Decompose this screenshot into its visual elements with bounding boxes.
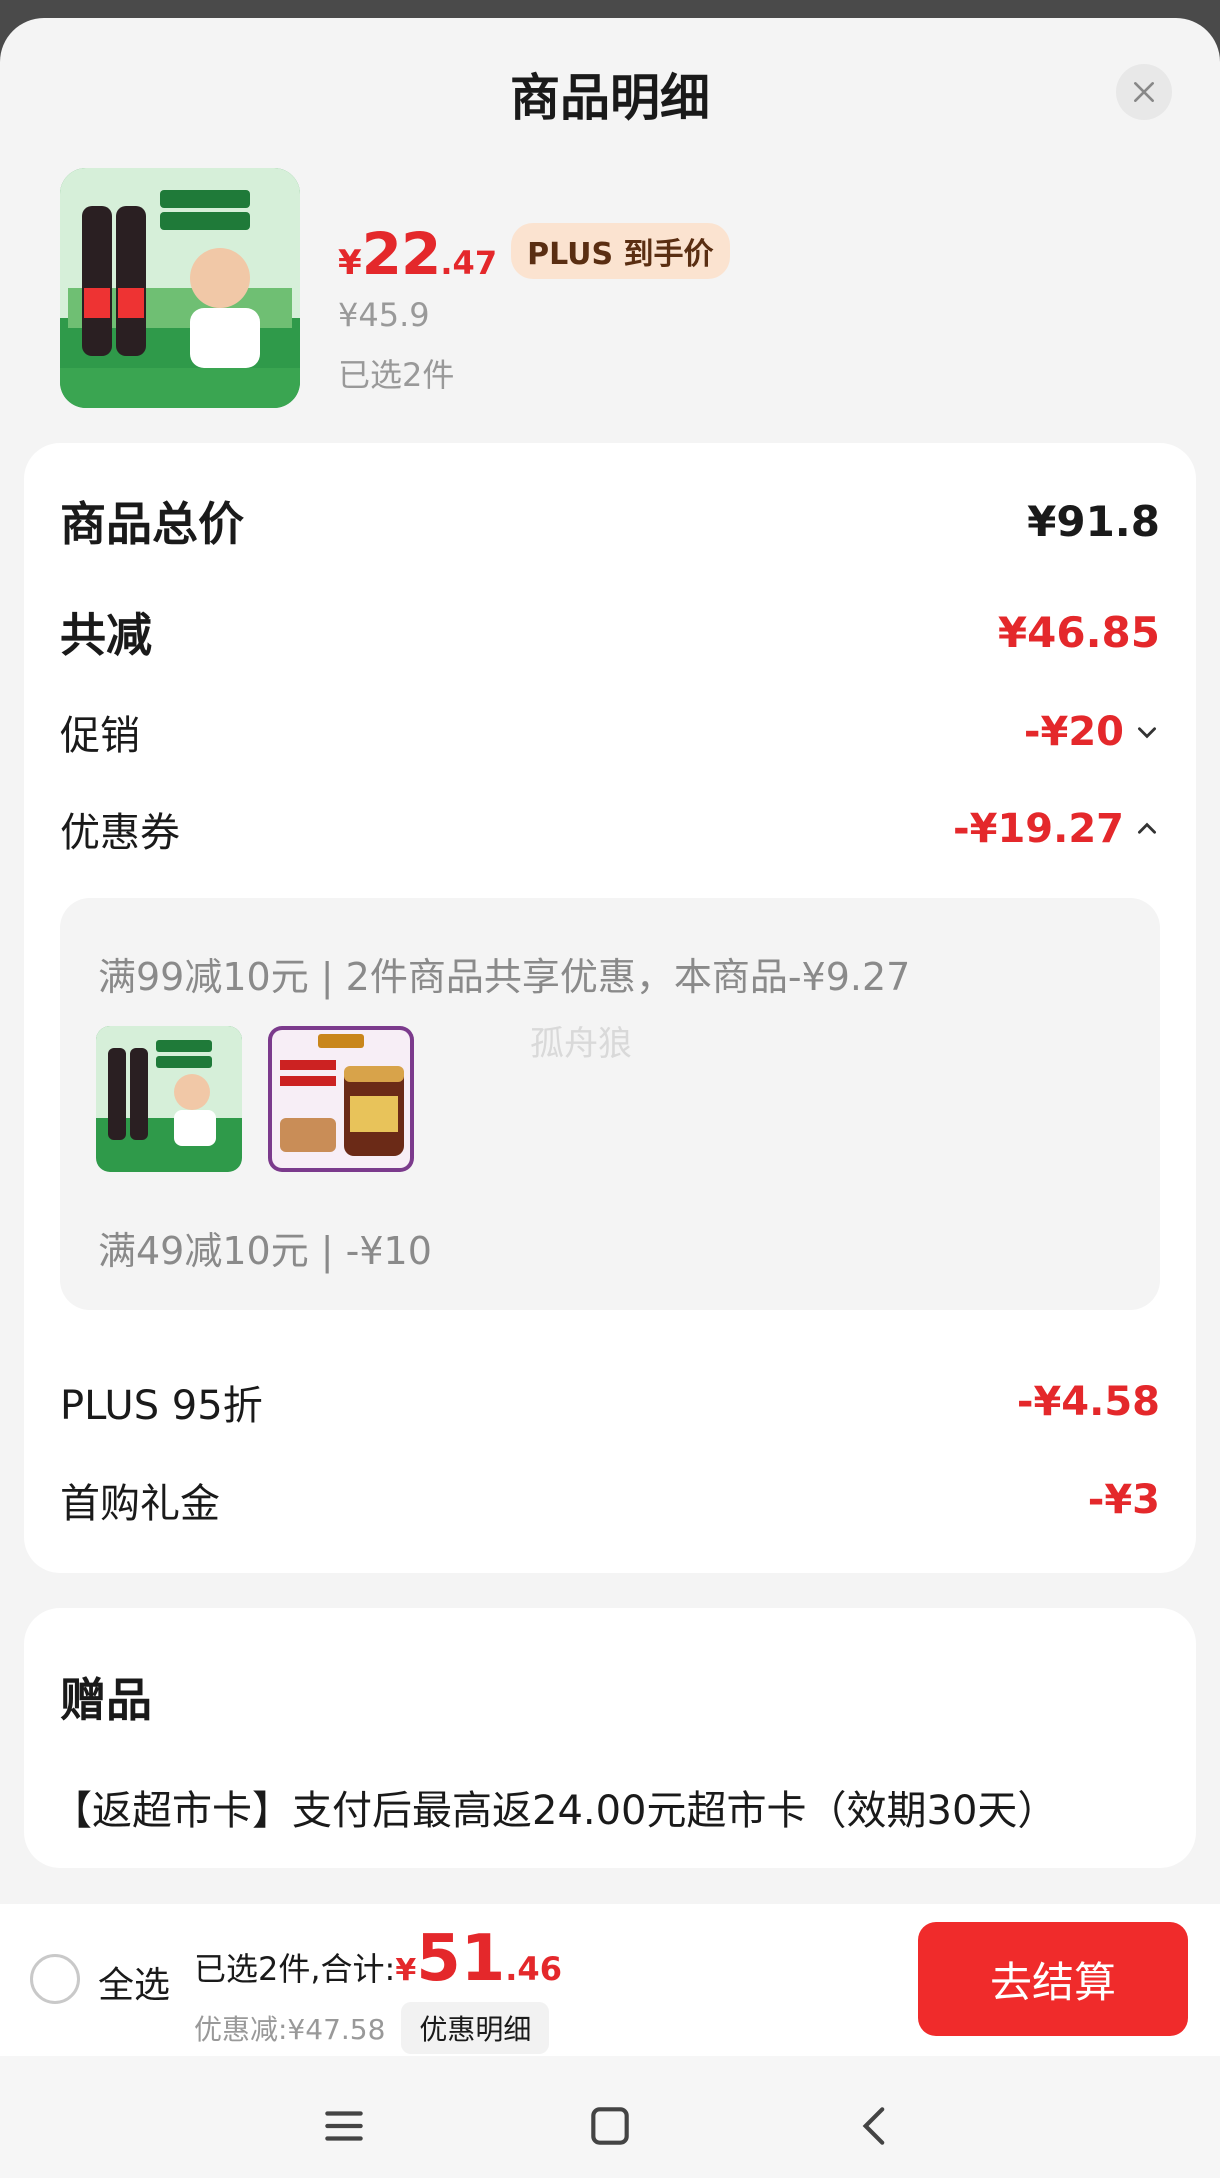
back-icon [862,2107,885,2145]
total-integer: 51 [416,1922,506,1996]
discount-detail-button[interactable]: 优惠明细 [401,2002,550,2054]
price-integer: 22 [361,220,442,288]
original-price: ¥45.9 [338,296,430,334]
watermark: 孤舟狼 [530,1024,632,1064]
coupon-product-thumbs [96,1026,414,1172]
checkout-button[interactable]: 去结算 [918,1922,1188,2036]
chevron-up-icon[interactable] [1134,816,1160,842]
first-buy-label: 首购礼金 [60,1481,220,1527]
selected-count: 已选2件 [338,356,455,394]
coupon-product-image [96,1026,242,1172]
price-symbol: ¥ [338,243,362,283]
summary-prefix: 已选2件,合计: [194,1950,396,1988]
coupon-row[interactable]: 优惠券 -¥19.27 [60,800,1160,858]
price-details-card: 商品总价 ¥91.8 共减 ¥46.85 促销 -¥20 优惠券 -¥19.27 [24,443,1196,1573]
promotion-row[interactable]: 促销 -¥20 [60,703,1160,761]
product-price: ¥ 22 .47 PLUS 到手价 [338,220,730,289]
coupon-line: 满49减10元 | -¥10 [98,1229,432,1273]
order-total: 已选2件,合计: ¥ 51 .46 [194,1922,562,1996]
system-nav-bar [0,2056,1220,2178]
promotion-label: 促销 [60,713,140,759]
menu-icon [325,2111,363,2141]
close-button[interactable] [1116,64,1172,120]
promotion-value: -¥20 [1023,709,1124,755]
coupon-label: 优惠券 [60,810,180,856]
product-image [60,168,300,408]
first-buy-value: -¥3 [1087,1477,1160,1523]
plus-discount-value: -¥4.58 [1016,1379,1160,1425]
home-square-icon [591,2107,629,2145]
back-button[interactable] [846,2096,906,2156]
coupon-product-image [268,1026,414,1172]
gift-title: 赠品 [60,1673,152,1727]
chevron-down-icon[interactable] [1134,719,1160,745]
home-button[interactable] [580,2096,640,2156]
discount-line: 优惠减:¥47.58 优惠明细 [194,2002,550,2054]
select-all-radio[interactable] [30,1954,80,2004]
close-icon [1134,82,1154,102]
total-price-value: ¥91.8 [1027,496,1160,546]
plus-price-badge: PLUS 到手价 [511,223,730,279]
sheet-title: 商品明细 [510,69,710,127]
product-summary: ¥ 22 .47 PLUS 到手价 ¥45.9 已选2件 [60,168,1160,408]
coupon-detail-box: 满99减10元 | 2件商品共享优惠，本商品-¥9.27 孤舟狼 满49减10元… [60,898,1160,1310]
total-price-row: 商品总价 ¥91.8 [60,488,1160,554]
gift-text: 【返超市卡】支付后最高返24.00元超市卡（效期30天） [52,1788,1058,1834]
reduced-value: ¥46.85 [997,607,1160,657]
checkout-bar: 全选 已选2件,合计: ¥ 51 .46 优惠减:¥47.58 优惠明细 去结算 [0,1904,1220,2056]
menu-button[interactable] [314,2096,374,2156]
gift-card: 赠品 【返超市卡】支付后最高返24.00元超市卡（效期30天） [24,1608,1196,1868]
total-decimal: .46 [505,1950,562,1988]
price-decimal: .47 [440,244,498,282]
plus-discount-label: PLUS 95折 [60,1383,263,1429]
select-all-label[interactable]: 全选 [98,1956,170,2008]
first-buy-row: 首购礼金 -¥3 [60,1471,1160,1529]
reduced-label: 共减 [60,608,152,662]
coupon-line: 满99减10元 | 2件商品共享优惠，本商品-¥9.27 [98,955,911,999]
total-symbol: ¥ [395,1953,417,1988]
plus-discount-row: PLUS 95折 -¥4.58 [60,1373,1160,1431]
total-price-label: 商品总价 [60,497,244,551]
coupon-value: -¥19.27 [953,806,1124,852]
reduced-row: 共减 ¥46.85 [60,599,1160,665]
detail-sheet: 商品明细 ¥ 22 .47 PLUS 到手价 ¥45.9 已选2件 商品总价 ¥… [0,18,1220,2178]
discount-text: 优惠减:¥47.58 [194,2013,386,2046]
